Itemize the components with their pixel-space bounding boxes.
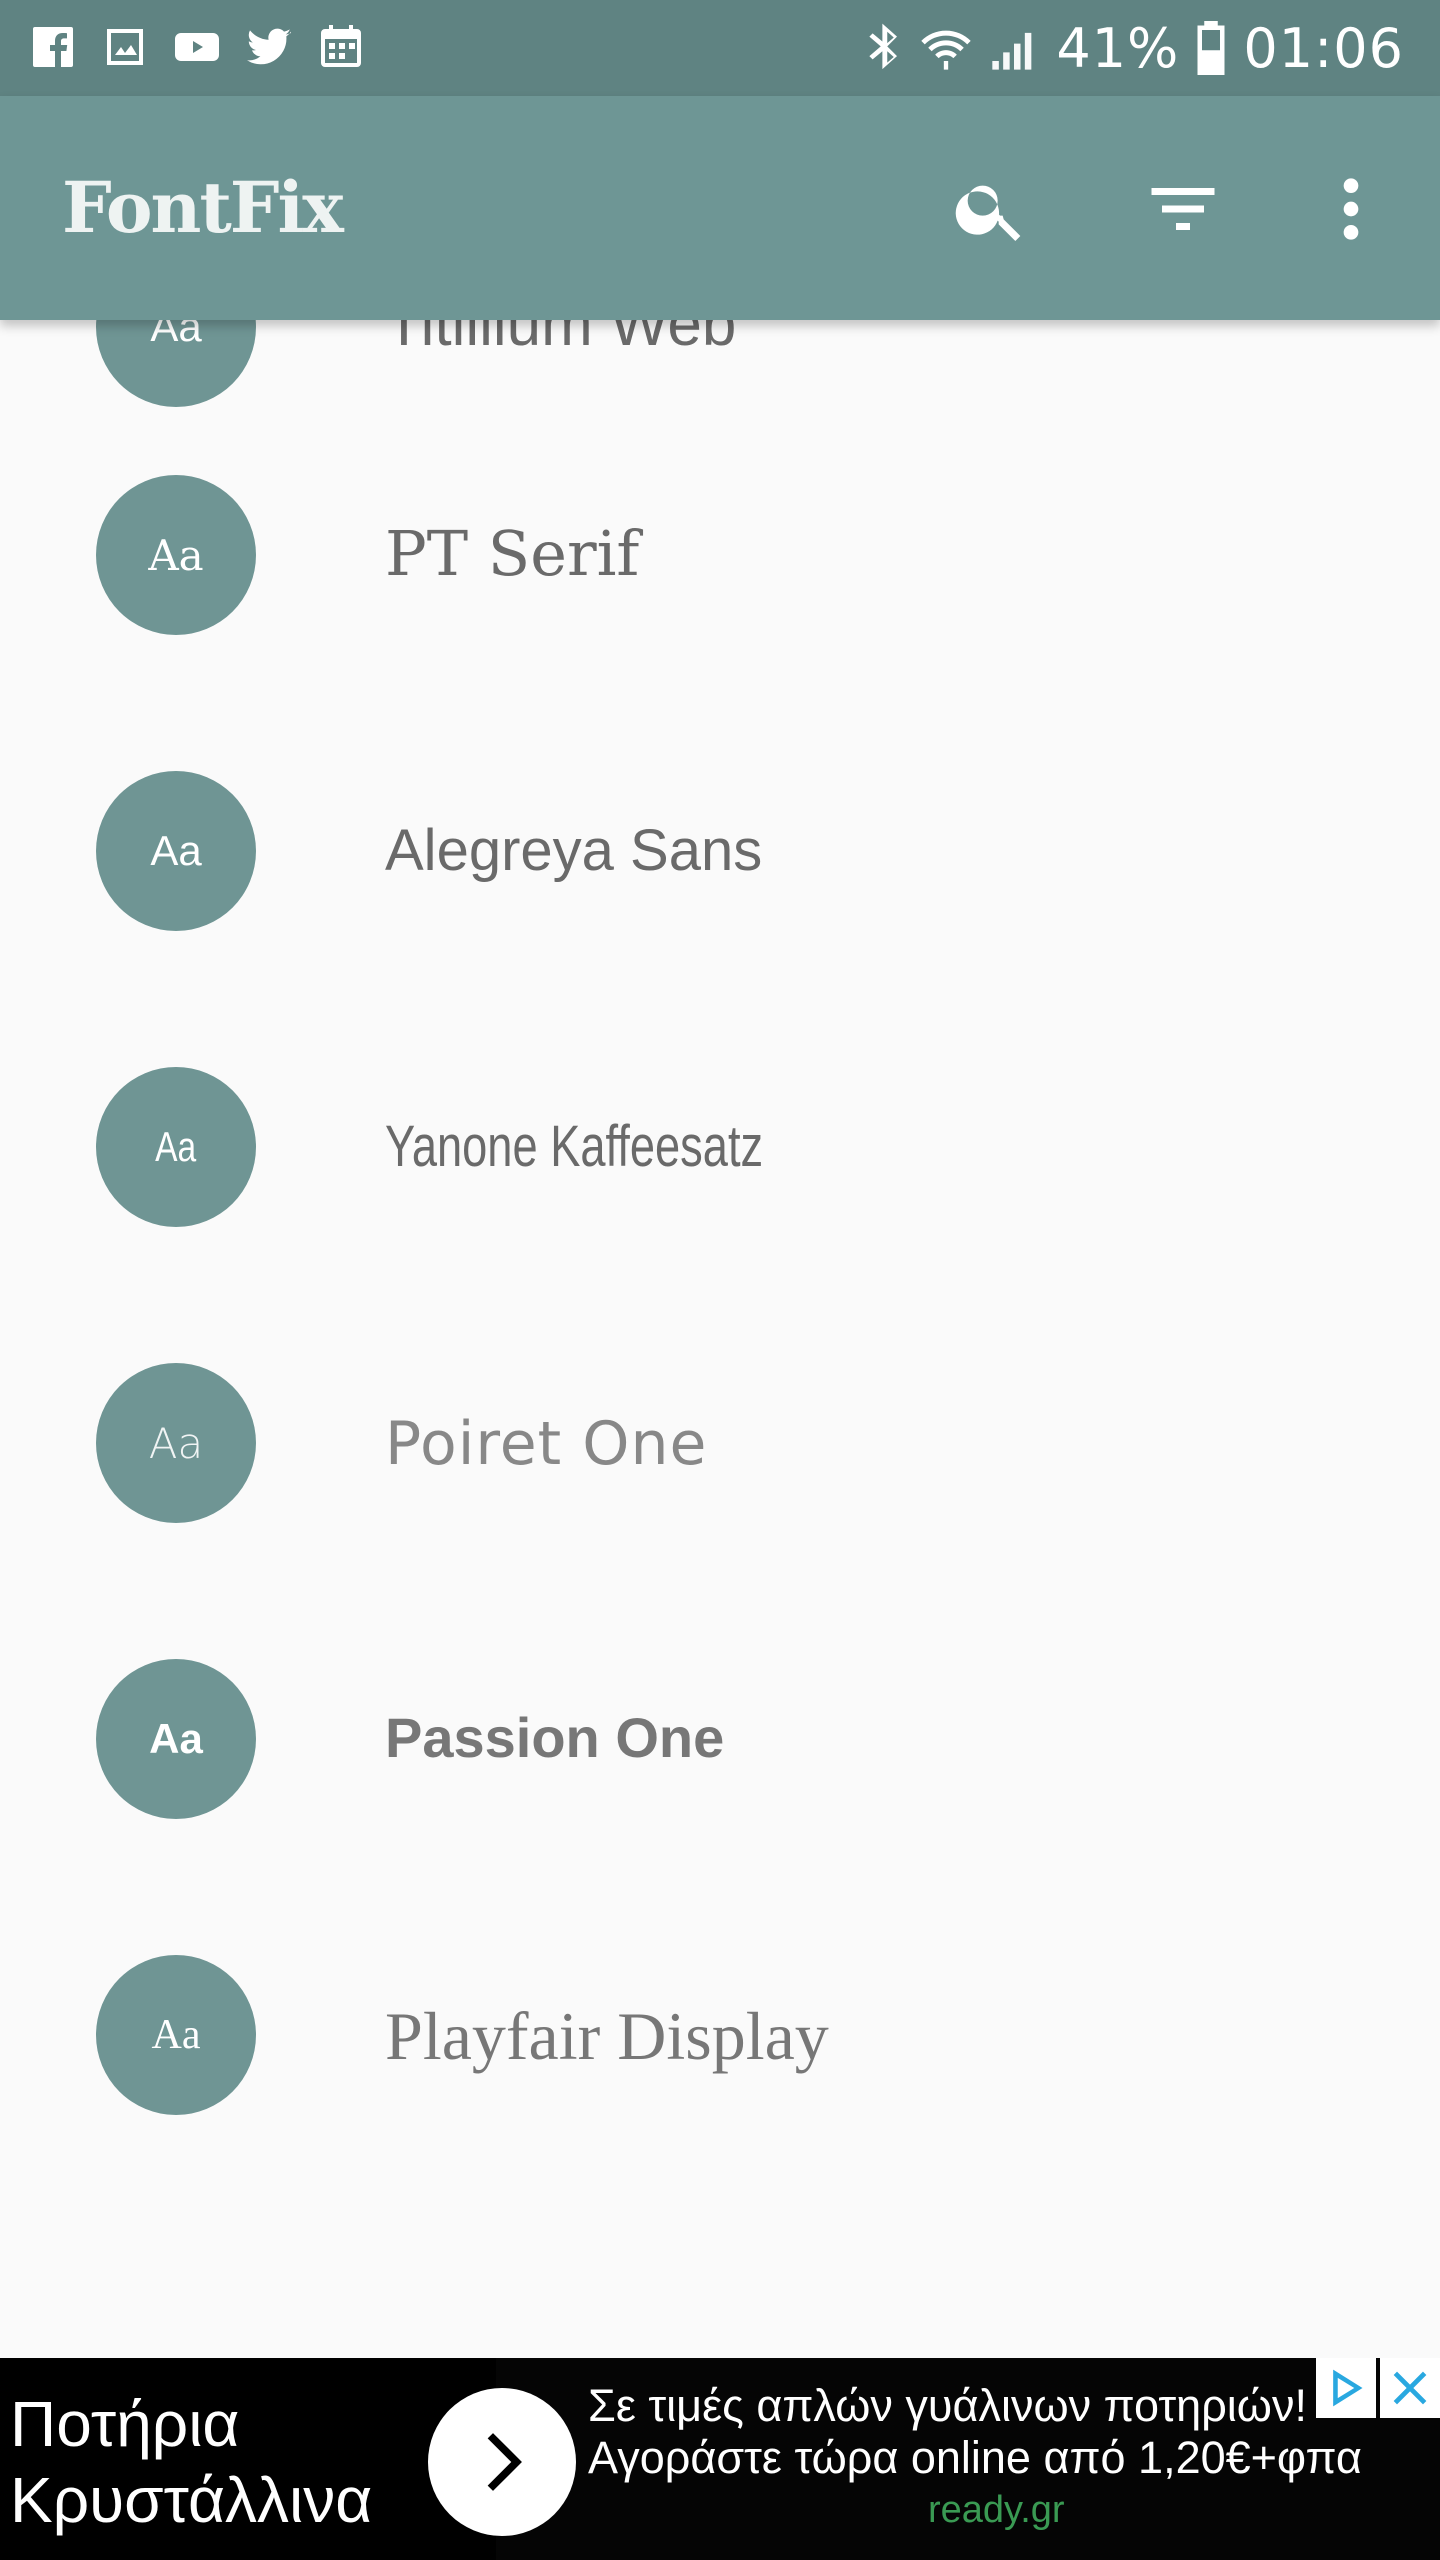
youtube-icon: [172, 22, 222, 72]
font-preview-avatar: Aa: [96, 1955, 256, 2115]
font-name: Yanone Kaffeesatz: [385, 1114, 764, 1179]
ad-close-button[interactable]: [1380, 2358, 1440, 2418]
font-preview-avatar: Aa: [96, 320, 256, 407]
ad-choices-icon: [1333, 2369, 1363, 2407]
clock: 01:06: [1243, 16, 1404, 80]
font-preview-avatar: Aa: [96, 1659, 256, 1819]
close-icon: [1393, 2371, 1427, 2405]
battery-icon: [1197, 21, 1225, 75]
notification-icons: [28, 22, 366, 72]
app-bar: FontFix: [0, 96, 1440, 320]
app-title: FontFix: [62, 166, 344, 249]
ad-headline: Ποτήρια Κρυστάλλινα: [0, 2358, 496, 2560]
gallery-icon: [100, 22, 150, 72]
ad-domain: ready.gr: [928, 2489, 1065, 2531]
filter-icon: [1151, 188, 1215, 230]
bluetooth-icon: [869, 23, 898, 70]
battery-percent: 41%: [1056, 16, 1180, 80]
ad-choices-button[interactable]: [1316, 2358, 1376, 2418]
more-vert-icon: [1343, 178, 1359, 240]
font-preview-avatar: Aa: [96, 1363, 256, 1523]
ad-headline-line1: Ποτήρια: [10, 2388, 240, 2460]
font-name: PT Serif: [385, 517, 640, 590]
signal-icon: [992, 32, 1032, 70]
ad-go-button[interactable]: [428, 2388, 576, 2536]
font-name: Titillium Web: [385, 320, 737, 359]
system-icons: 41% 01:06: [864, 16, 1404, 80]
font-name: Playfair Display: [385, 1998, 829, 2074]
twitter-icon: [244, 22, 294, 72]
font-preview-avatar: Aa: [96, 1067, 256, 1227]
list-item[interactable]: Aa Playfair Display: [0, 1955, 1440, 2251]
facebook-icon: [28, 22, 78, 72]
ad-headline-line2: Κρυστάλλινα: [10, 2464, 373, 2536]
chevron-right-icon: [487, 2433, 522, 2491]
ad-body: Σε τιμές απλών γυάλινων ποτηριών! Αγοράσ…: [588, 2380, 1408, 2536]
filter-button[interactable]: [1128, 154, 1238, 264]
list-item[interactable]: Aa Passion One: [0, 1659, 1440, 1955]
font-name: Poiret One: [385, 1409, 708, 1479]
status-bar: 41% 01:06: [0, 0, 1440, 96]
search-button[interactable]: [936, 154, 1046, 264]
ad-banner[interactable]: Ποτήρια Κρυστάλλινα Σε τιμές απλών γυάλι…: [0, 2358, 1440, 2560]
list-item[interactable]: Aa PT Serif: [0, 475, 1440, 771]
list-item[interactable]: Aa Poiret One: [0, 1363, 1440, 1659]
ad-text-line1: Σε τιμές απλών γυάλινων ποτηριών!: [588, 2380, 1307, 2431]
wifi-calling-icon: [921, 30, 972, 70]
search-icon: [955, 185, 1021, 241]
font-preview-avatar: Aa: [96, 771, 256, 931]
font-list: Aa Titillium Web Aa PT Serif Aa Alegreya…: [0, 320, 1440, 2360]
list-item[interactable]: Aa Yanone Kaffeesatz: [0, 1067, 1440, 1363]
list-item[interactable]: Aa Alegreya Sans: [0, 771, 1440, 1067]
list-item[interactable]: Aa Titillium Web: [0, 320, 1440, 475]
font-preview-avatar: Aa: [96, 475, 256, 635]
more-options-button[interactable]: [1296, 154, 1406, 264]
font-name: Passion One: [385, 1706, 725, 1769]
ad-text-line2: Αγοράστε τώρα online από 1,20€+φπα: [588, 2432, 1362, 2483]
calendar-icon: [316, 22, 366, 72]
font-name: Alegreya Sans: [385, 818, 763, 883]
